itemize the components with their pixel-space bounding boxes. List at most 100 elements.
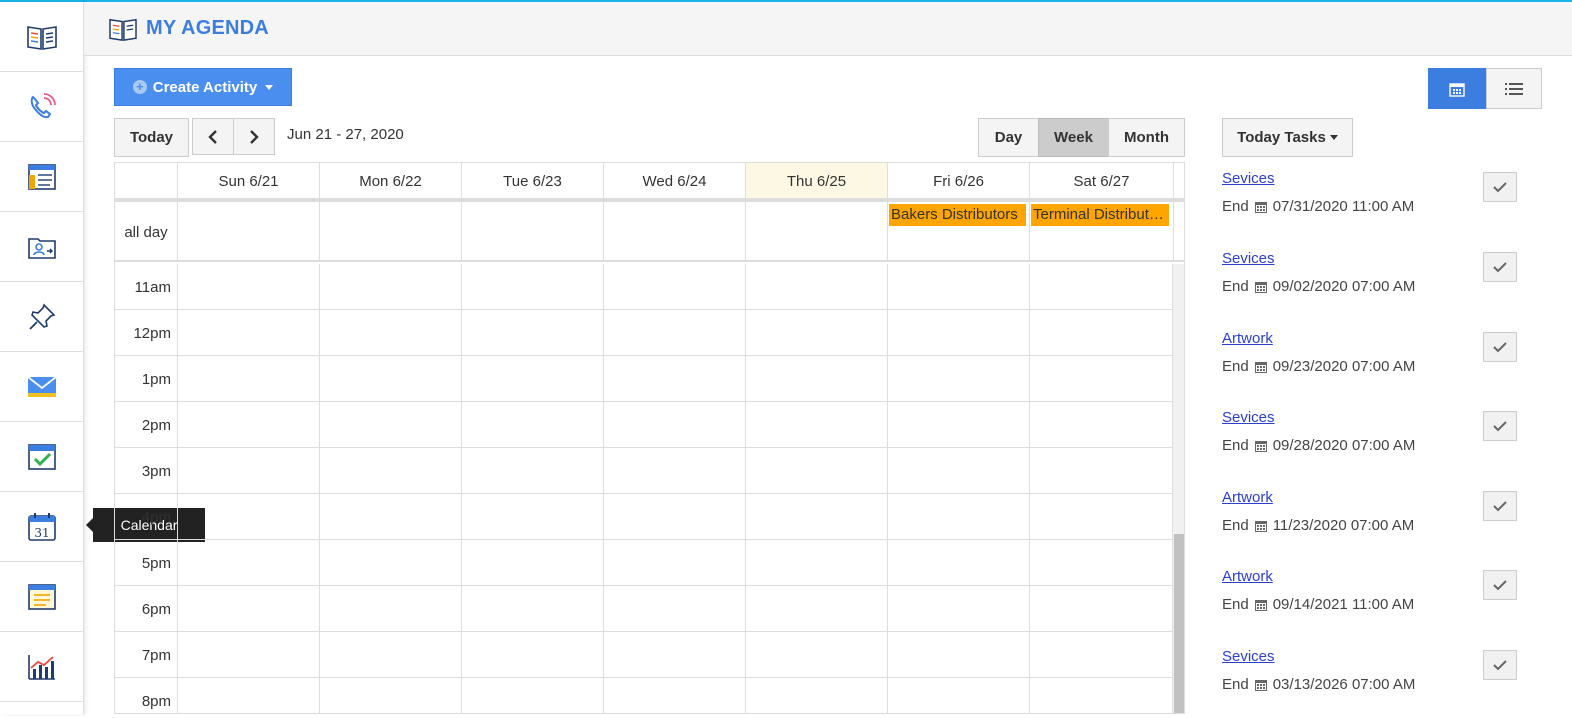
time-label: 5pm <box>141 554 171 572</box>
calendar-small-icon <box>1254 679 1267 691</box>
column-divider <box>1173 202 1174 262</box>
envelope-icon <box>27 375 57 397</box>
time-label: 4pm <box>141 508 171 526</box>
view-day-button[interactable]: Day <box>978 118 1039 157</box>
sidebar-item-pins[interactable] <box>0 282 84 352</box>
time-slot-row[interactable]: 6pm <box>115 586 1173 632</box>
task-link[interactable]: Artwork <box>1222 568 1273 585</box>
svg-text:31: 31 <box>34 526 49 540</box>
calendar-scrollbar[interactable] <box>1173 264 1184 713</box>
time-slot-row[interactable]: 2pm <box>115 402 1173 448</box>
day-header[interactable]: Wed 6/24 <box>603 163 745 199</box>
task-end-value: 09/14/2021 11:00 AM <box>1272 596 1415 613</box>
today-tasks-label: Today Tasks <box>1237 129 1326 146</box>
checkmark-icon <box>1493 580 1507 591</box>
day-header[interactable]: Fri 6/26 <box>887 163 1029 199</box>
calendar-view-button[interactable] <box>1428 68 1486 109</box>
time-label: 6pm <box>141 600 171 618</box>
complete-task-button[interactable] <box>1483 252 1517 282</box>
chevron-left-icon <box>208 129 217 144</box>
calendar-icon: 31 <box>28 512 56 541</box>
task-item: Sevices End 09/02/2020 07:00 AM <box>1222 250 1522 320</box>
sidebar-item-reports[interactable] <box>0 632 84 702</box>
complete-task-button[interactable] <box>1483 172 1517 202</box>
task-end-date: End 03/13/2026 07:00 AM <box>1222 676 1415 693</box>
sidebar-item-notes[interactable] <box>0 562 84 632</box>
column-divider <box>745 202 746 262</box>
checkmark-icon <box>1493 501 1507 512</box>
today-button[interactable]: Today <box>114 118 189 157</box>
time-label: 7pm <box>141 646 171 664</box>
sidebar-item-agenda[interactable] <box>0 2 84 72</box>
time-slot-row[interactable]: 11am <box>115 264 1173 310</box>
task-link[interactable]: Artwork <box>1222 330 1273 347</box>
task-link[interactable]: Sevices <box>1222 648 1275 665</box>
chart-icon <box>28 654 55 680</box>
task-link[interactable]: Sevices <box>1222 250 1275 267</box>
calendar-small-icon <box>1449 82 1465 97</box>
checkmark-icon <box>1493 660 1507 671</box>
day-header[interactable]: Tue 6/23 <box>461 163 603 199</box>
calendar-event[interactable]: Bakers Distributors <box>889 204 1026 226</box>
day-header[interactable]: Mon 6/22 <box>319 163 461 199</box>
day-header[interactable]: Sun 6/21 <box>177 163 319 199</box>
day-header[interactable]: Sat 6/27 <box>1029 163 1173 199</box>
sidebar-item-calls[interactable] <box>0 72 84 142</box>
day-header-today[interactable]: Thu 6/25 <box>745 163 887 199</box>
prev-week-button[interactable] <box>192 118 234 155</box>
complete-task-button[interactable] <box>1483 570 1517 600</box>
calendar-day-header: Sun 6/21 Mon 6/22 Tue 6/23 Wed 6/24 Thu … <box>115 163 1184 199</box>
time-slot-row[interactable]: 12pm <box>115 310 1173 356</box>
complete-task-button[interactable] <box>1483 491 1517 521</box>
task-end-date: End 09/28/2020 07:00 AM <box>1222 437 1415 454</box>
calendar-small-icon <box>1254 440 1267 452</box>
complete-task-button[interactable] <box>1483 411 1517 441</box>
task-item: Sevices End 03/13/2026 07:00 AM <box>1222 648 1522 718</box>
time-slot-row[interactable]: 5pm <box>115 540 1173 586</box>
view-week-button[interactable]: Week <box>1038 118 1109 157</box>
calendar-small-icon <box>1254 520 1267 532</box>
page-header: MY AGENDA <box>84 2 1572 56</box>
time-label: 3pm <box>141 462 171 480</box>
column-divider <box>177 202 178 262</box>
task-item: Sevices End 09/28/2020 07:00 AM <box>1222 409 1522 479</box>
task-end-date: End 09/02/2020 07:00 AM <box>1222 278 1415 295</box>
time-slot-row[interactable]: 1pm <box>115 356 1173 402</box>
view-month-button[interactable]: Month <box>1108 118 1185 157</box>
time-label: 8pm <box>141 692 171 710</box>
task-end-value: 11/23/2020 07:00 AM <box>1272 517 1415 534</box>
calendar-small-icon <box>1254 281 1267 293</box>
complete-task-button[interactable] <box>1483 332 1517 362</box>
time-slot-row[interactable]: 3pm <box>115 448 1173 494</box>
time-label: 1pm <box>141 370 171 388</box>
sidebar-item-forms[interactable] <box>0 142 84 212</box>
today-tasks-dropdown[interactable]: Today Tasks <box>1222 118 1353 157</box>
create-activity-button[interactable]: + Create Activity <box>114 68 292 106</box>
calendar-event[interactable]: Terminal Distributors <box>1031 204 1169 226</box>
task-end-prefix: End <box>1222 676 1249 693</box>
task-end-date: End 09/14/2021 11:00 AM <box>1222 596 1414 613</box>
task-link[interactable]: Sevices <box>1222 170 1275 187</box>
sidebar-item-tasks[interactable] <box>0 422 84 492</box>
scrollbar-thumb[interactable] <box>1174 534 1184 713</box>
time-slot-row[interactable]: 7pm <box>115 632 1173 678</box>
sidebar-item-calendar[interactable]: 31 <box>0 492 84 562</box>
task-link[interactable]: Artwork <box>1222 489 1273 506</box>
task-end-date: End 09/23/2020 07:00 AM <box>1222 358 1415 375</box>
task-link[interactable]: Sevices <box>1222 409 1275 426</box>
form-icon <box>28 163 56 190</box>
list-icon <box>1505 82 1523 95</box>
time-slot-row[interactable]: 8pm <box>115 678 1173 713</box>
create-activity-label: Create Activity <box>152 78 258 96</box>
list-view-button[interactable] <box>1486 68 1542 109</box>
task-end-value: 07/31/2020 11:00 AM <box>1272 198 1415 215</box>
sidebar-item-contacts[interactable] <box>0 212 84 282</box>
task-end-prefix: End <box>1222 358 1249 375</box>
task-end-value: 09/02/2020 07:00 AM <box>1272 278 1416 295</box>
complete-task-button[interactable] <box>1483 650 1517 680</box>
sidebar-item-mail[interactable] <box>0 352 84 422</box>
next-week-button[interactable] <box>233 118 275 155</box>
task-end-prefix: End <box>1222 278 1249 295</box>
time-slot-row[interactable]: 4pm <box>115 494 1173 540</box>
task-end-prefix: End <box>1222 198 1249 215</box>
